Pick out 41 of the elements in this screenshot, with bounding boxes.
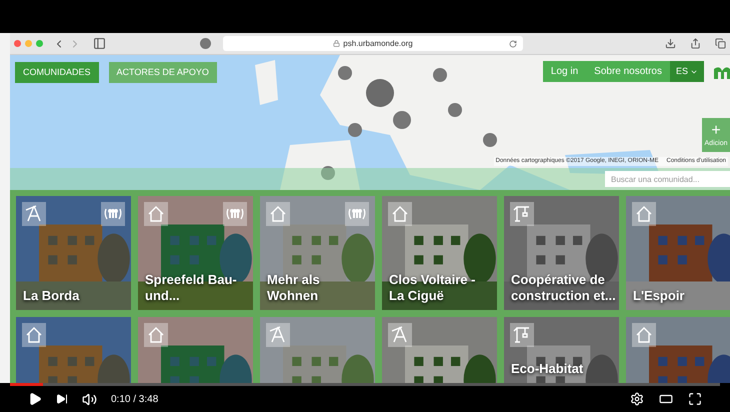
sidebar-icon[interactable] bbox=[93, 37, 106, 50]
reload-icon[interactable] bbox=[509, 40, 517, 48]
people-laurel-icon bbox=[223, 202, 247, 226]
search-field[interactable]: Buscar una comunidad... bbox=[605, 171, 730, 187]
next-icon[interactable] bbox=[56, 393, 68, 405]
crane-icon bbox=[510, 323, 534, 347]
view-tab[interactable]: ACTORES DE APOYO bbox=[108, 62, 217, 83]
nav-link[interactable]: Log in bbox=[542, 61, 586, 82]
theater-mode-icon[interactable] bbox=[658, 392, 674, 406]
lock-icon bbox=[333, 40, 340, 47]
house-icon bbox=[632, 323, 656, 347]
crane-icon bbox=[510, 202, 534, 226]
play-icon[interactable] bbox=[28, 392, 42, 406]
drafting-compass-icon bbox=[22, 202, 46, 226]
fullscreen-icon[interactable] bbox=[688, 392, 702, 406]
view-tab[interactable]: COMUNIDADES bbox=[15, 62, 99, 83]
people-laurel-icon bbox=[101, 202, 125, 226]
address-bar[interactable]: psh.urbamonde.org bbox=[223, 36, 523, 51]
house-icon bbox=[22, 323, 46, 347]
logo bbox=[712, 65, 730, 79]
house-icon bbox=[388, 202, 412, 226]
drafting-compass-icon bbox=[266, 323, 290, 347]
tabs-icon[interactable] bbox=[715, 38, 726, 49]
plus-icon: + bbox=[711, 122, 721, 138]
drafting-compass-icon bbox=[388, 323, 412, 347]
house-icon bbox=[266, 202, 290, 226]
people-laurel-icon bbox=[345, 202, 369, 226]
download-icon[interactable] bbox=[665, 38, 676, 49]
extension-icon[interactable] bbox=[200, 38, 211, 49]
volume-icon[interactable] bbox=[82, 392, 97, 406]
language-dropdown[interactable]: ES bbox=[670, 61, 704, 82]
close-window-icon[interactable] bbox=[14, 40, 21, 47]
nav-link[interactable]: Sobre nosotros bbox=[586, 61, 670, 82]
video-time: 0:10 / 3:48 bbox=[111, 392, 158, 406]
url-text: psh.urbamonde.org bbox=[343, 38, 413, 50]
house-icon bbox=[144, 323, 168, 347]
settings-icon[interactable] bbox=[630, 392, 644, 406]
progress-track[interactable] bbox=[10, 383, 720, 386]
share-icon[interactable] bbox=[690, 38, 701, 49]
house-icon bbox=[144, 202, 168, 226]
house-icon bbox=[632, 202, 656, 226]
